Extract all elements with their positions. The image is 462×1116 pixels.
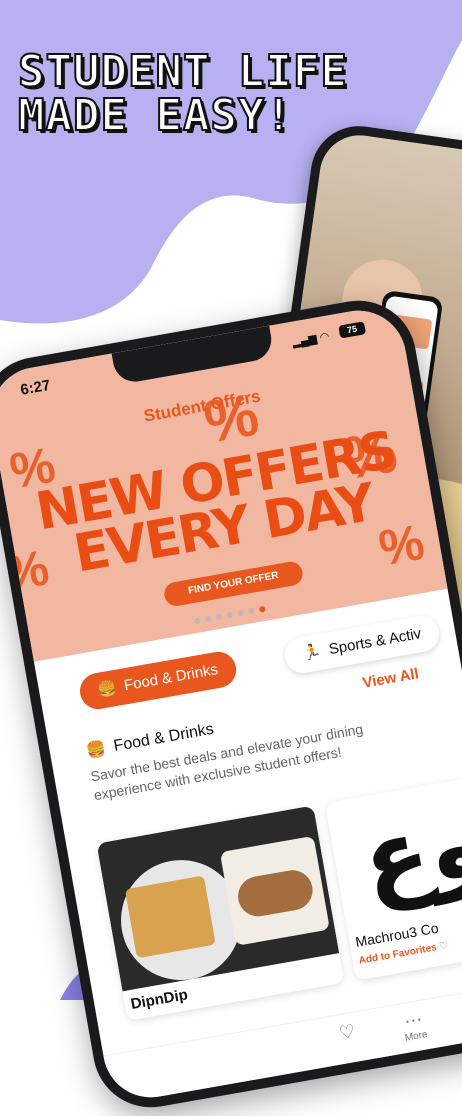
battery-icon: 75 xyxy=(338,321,367,339)
nav-more-label: More xyxy=(404,1029,429,1044)
view-all-link[interactable]: View All xyxy=(361,665,420,692)
carousel-dot[interactable] xyxy=(215,613,223,621)
carousel-dot-active[interactable] xyxy=(258,605,266,613)
find-your-offer-button[interactable]: FIND YOUR OFFER xyxy=(162,559,305,608)
carousel-dot[interactable] xyxy=(204,615,212,623)
carousel-dot[interactable] xyxy=(237,609,245,617)
heart-icon: ♡ xyxy=(438,940,450,953)
offer-card[interactable]: وع Machrou3 Co Add to Favorites ♡ xyxy=(324,765,462,981)
burger-icon: 🍔 xyxy=(85,740,108,761)
status-time: 6:27 xyxy=(19,376,52,399)
carousel-dot[interactable] xyxy=(247,607,255,615)
nav-favorites[interactable]: ♡ xyxy=(337,1021,357,1044)
nav-more[interactable]: ⋯ More xyxy=(400,1008,429,1044)
heart-icon: ♡ xyxy=(337,1020,357,1044)
carousel-dot[interactable] xyxy=(226,611,234,619)
headline-line-1: STUDENT LIFE xyxy=(17,46,348,97)
card-image xyxy=(96,805,340,992)
tab-food-drinks[interactable]: 🍔 Food & Drinks xyxy=(77,649,239,712)
burger-icon: 🍔 xyxy=(96,678,118,699)
headline: STUDENT LIFE MADE EASY! xyxy=(17,46,458,139)
card-logo: وع xyxy=(324,765,462,932)
tab-label: Food & Drinks xyxy=(122,661,220,695)
running-icon: 🏃 xyxy=(301,642,323,663)
tab-sports-activities[interactable]: 🏃 Sports & Activ xyxy=(281,613,442,676)
offer-card[interactable]: DipnDip xyxy=(96,805,345,1021)
carousel-dots[interactable] xyxy=(193,605,266,625)
section-description: Savor the best deals and elevate your di… xyxy=(89,720,365,804)
carousel-dot[interactable] xyxy=(193,617,201,625)
signal-wifi-icon: ▂▄▆ ◠ xyxy=(291,330,331,349)
tab-label: Sports & Activ xyxy=(327,625,423,659)
